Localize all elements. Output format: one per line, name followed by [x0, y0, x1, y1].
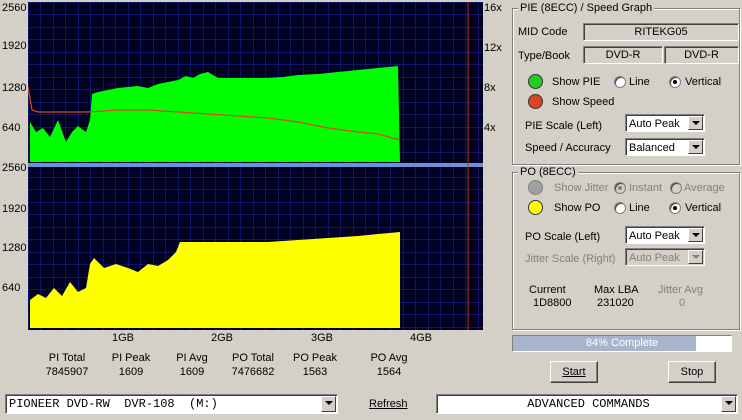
jitter-average-radio	[670, 182, 682, 194]
pie-graph	[28, 2, 483, 330]
y-tick: 2560	[2, 162, 27, 174]
po-scale-select[interactable]: Auto Peak	[625, 226, 705, 244]
chevron-down-icon	[688, 250, 703, 264]
pie-line-label[interactable]: Line	[629, 76, 650, 88]
y-tick: 1920	[2, 40, 27, 52]
pie-scale-label: PIE Scale (Left)	[525, 120, 603, 132]
chevron-down-icon[interactable]	[688, 116, 703, 130]
chevron-down-icon[interactable]	[321, 396, 336, 412]
stat-label: PO Avg	[370, 352, 408, 364]
speed-tick: 4x	[484, 122, 496, 134]
pie-line-radio[interactable]	[614, 76, 626, 88]
pie-vertical-label[interactable]: Vertical	[685, 76, 721, 88]
pie-scale-value: Auto Peak	[629, 118, 680, 130]
drive-select[interactable]: PIONEER DVD-RW DVR-108 (M:)	[5, 394, 338, 414]
po-scale-value: Auto Peak	[629, 230, 680, 242]
chevron-down-icon[interactable]	[688, 228, 703, 242]
po-line-radio[interactable]	[614, 202, 626, 214]
drive-value: PIONEER DVD-RW DVR-108 (M:)	[9, 397, 218, 411]
jitter-scale-label: Jitter Scale (Right)	[525, 253, 616, 265]
stat-label: PO Total	[232, 352, 274, 364]
stat-label: PI Total	[48, 352, 86, 364]
chevron-down-icon[interactable]	[688, 140, 703, 154]
jitter-scale-select: Auto Peak	[625, 248, 705, 266]
jitter-instant-label: Instant	[629, 182, 663, 194]
jitter-avg-label: Jitter Avg	[658, 284, 704, 296]
maxlba-value: 231020	[597, 297, 634, 309]
y-tick: 1280	[2, 242, 27, 254]
speed-tick: 12x	[484, 42, 502, 54]
speed-color-led[interactable]	[528, 94, 543, 109]
y-tick: 640	[2, 122, 21, 134]
speed-accuracy-value: Balanced	[629, 142, 675, 154]
show-jitter-label: Show Jitter	[554, 182, 609, 194]
speed-accuracy-label: Speed / Accuracy	[525, 142, 611, 154]
show-pie-label[interactable]: Show PIE	[552, 76, 600, 88]
x-tick: 4GB	[410, 332, 433, 344]
x-tick: 3GB	[311, 332, 334, 344]
mid-code-value: RITEKG05	[583, 23, 739, 41]
current-label: Current	[529, 284, 566, 296]
x-tick: 1GB	[112, 332, 135, 344]
advanced-value: ADVANCED COMMANDS	[527, 397, 650, 411]
stat-value: 7845907	[45, 366, 89, 378]
po-vertical-radio[interactable]	[669, 202, 681, 214]
pie-group-title: PIE (8ECC) / Speed Graph	[518, 2, 655, 14]
pie-color-led[interactable]	[528, 74, 543, 89]
stop-button[interactable]: Stop	[668, 361, 716, 383]
current-value: 1D8800	[533, 297, 572, 309]
stat-label: PO Peak	[292, 352, 338, 364]
pie-vertical-radio[interactable]	[669, 76, 681, 88]
y-tick: 640	[2, 282, 21, 294]
show-po-label[interactable]: Show PO	[554, 202, 600, 214]
show-speed-label[interactable]: Show Speed	[552, 96, 614, 108]
refresh-link[interactable]: Refresh	[369, 398, 408, 410]
stat-label: PI Avg	[176, 352, 208, 364]
stat-label: PI Peak	[111, 352, 151, 364]
po-line-label[interactable]: Line	[629, 202, 650, 214]
y-tick: 1920	[2, 203, 27, 215]
po-color-led[interactable]	[528, 200, 543, 215]
speed-accuracy-select[interactable]: Balanced	[625, 138, 705, 156]
maxlba-label: Max LBA	[594, 284, 639, 296]
mid-label: MID Code	[518, 26, 568, 38]
stat-value: 1563	[302, 366, 328, 378]
book-value: DVD-R	[664, 46, 739, 64]
x-tick: 2GB	[211, 332, 234, 344]
po-vertical-label[interactable]: Vertical	[685, 202, 721, 214]
y-tick: 1280	[2, 82, 27, 94]
progress-bar: 84% Complete	[512, 335, 732, 352]
stat-value: 1609	[118, 366, 144, 378]
jitter-scale-value: Auto Peak	[629, 252, 680, 264]
type-value: DVD-R	[583, 46, 663, 64]
advanced-select[interactable]: ADVANCED COMMANDS	[436, 394, 738, 414]
type-label: Type/Book	[518, 50, 570, 62]
jitter-instant-radio	[614, 182, 626, 194]
stat-value: 1564	[376, 366, 402, 378]
jitter-color-led	[528, 180, 543, 195]
speed-tick: 16x	[484, 2, 502, 14]
y-tick: 2560	[2, 2, 27, 14]
progress-text: 84% Complete	[585, 337, 659, 349]
jitter-avg-value: 0	[679, 297, 686, 309]
pie-scale-select[interactable]: Auto Peak	[625, 114, 705, 132]
chevron-down-icon[interactable]	[721, 396, 736, 412]
start-button[interactable]: Start	[550, 361, 598, 383]
stat-value: 1609	[179, 366, 205, 378]
stat-value: 7476682	[231, 366, 275, 378]
speed-tick: 8x	[484, 82, 496, 94]
po-scale-label: PO Scale (Left)	[525, 231, 601, 243]
jitter-average-label: Average	[684, 182, 725, 194]
po-group-title: PO (8ECC)	[518, 166, 578, 178]
